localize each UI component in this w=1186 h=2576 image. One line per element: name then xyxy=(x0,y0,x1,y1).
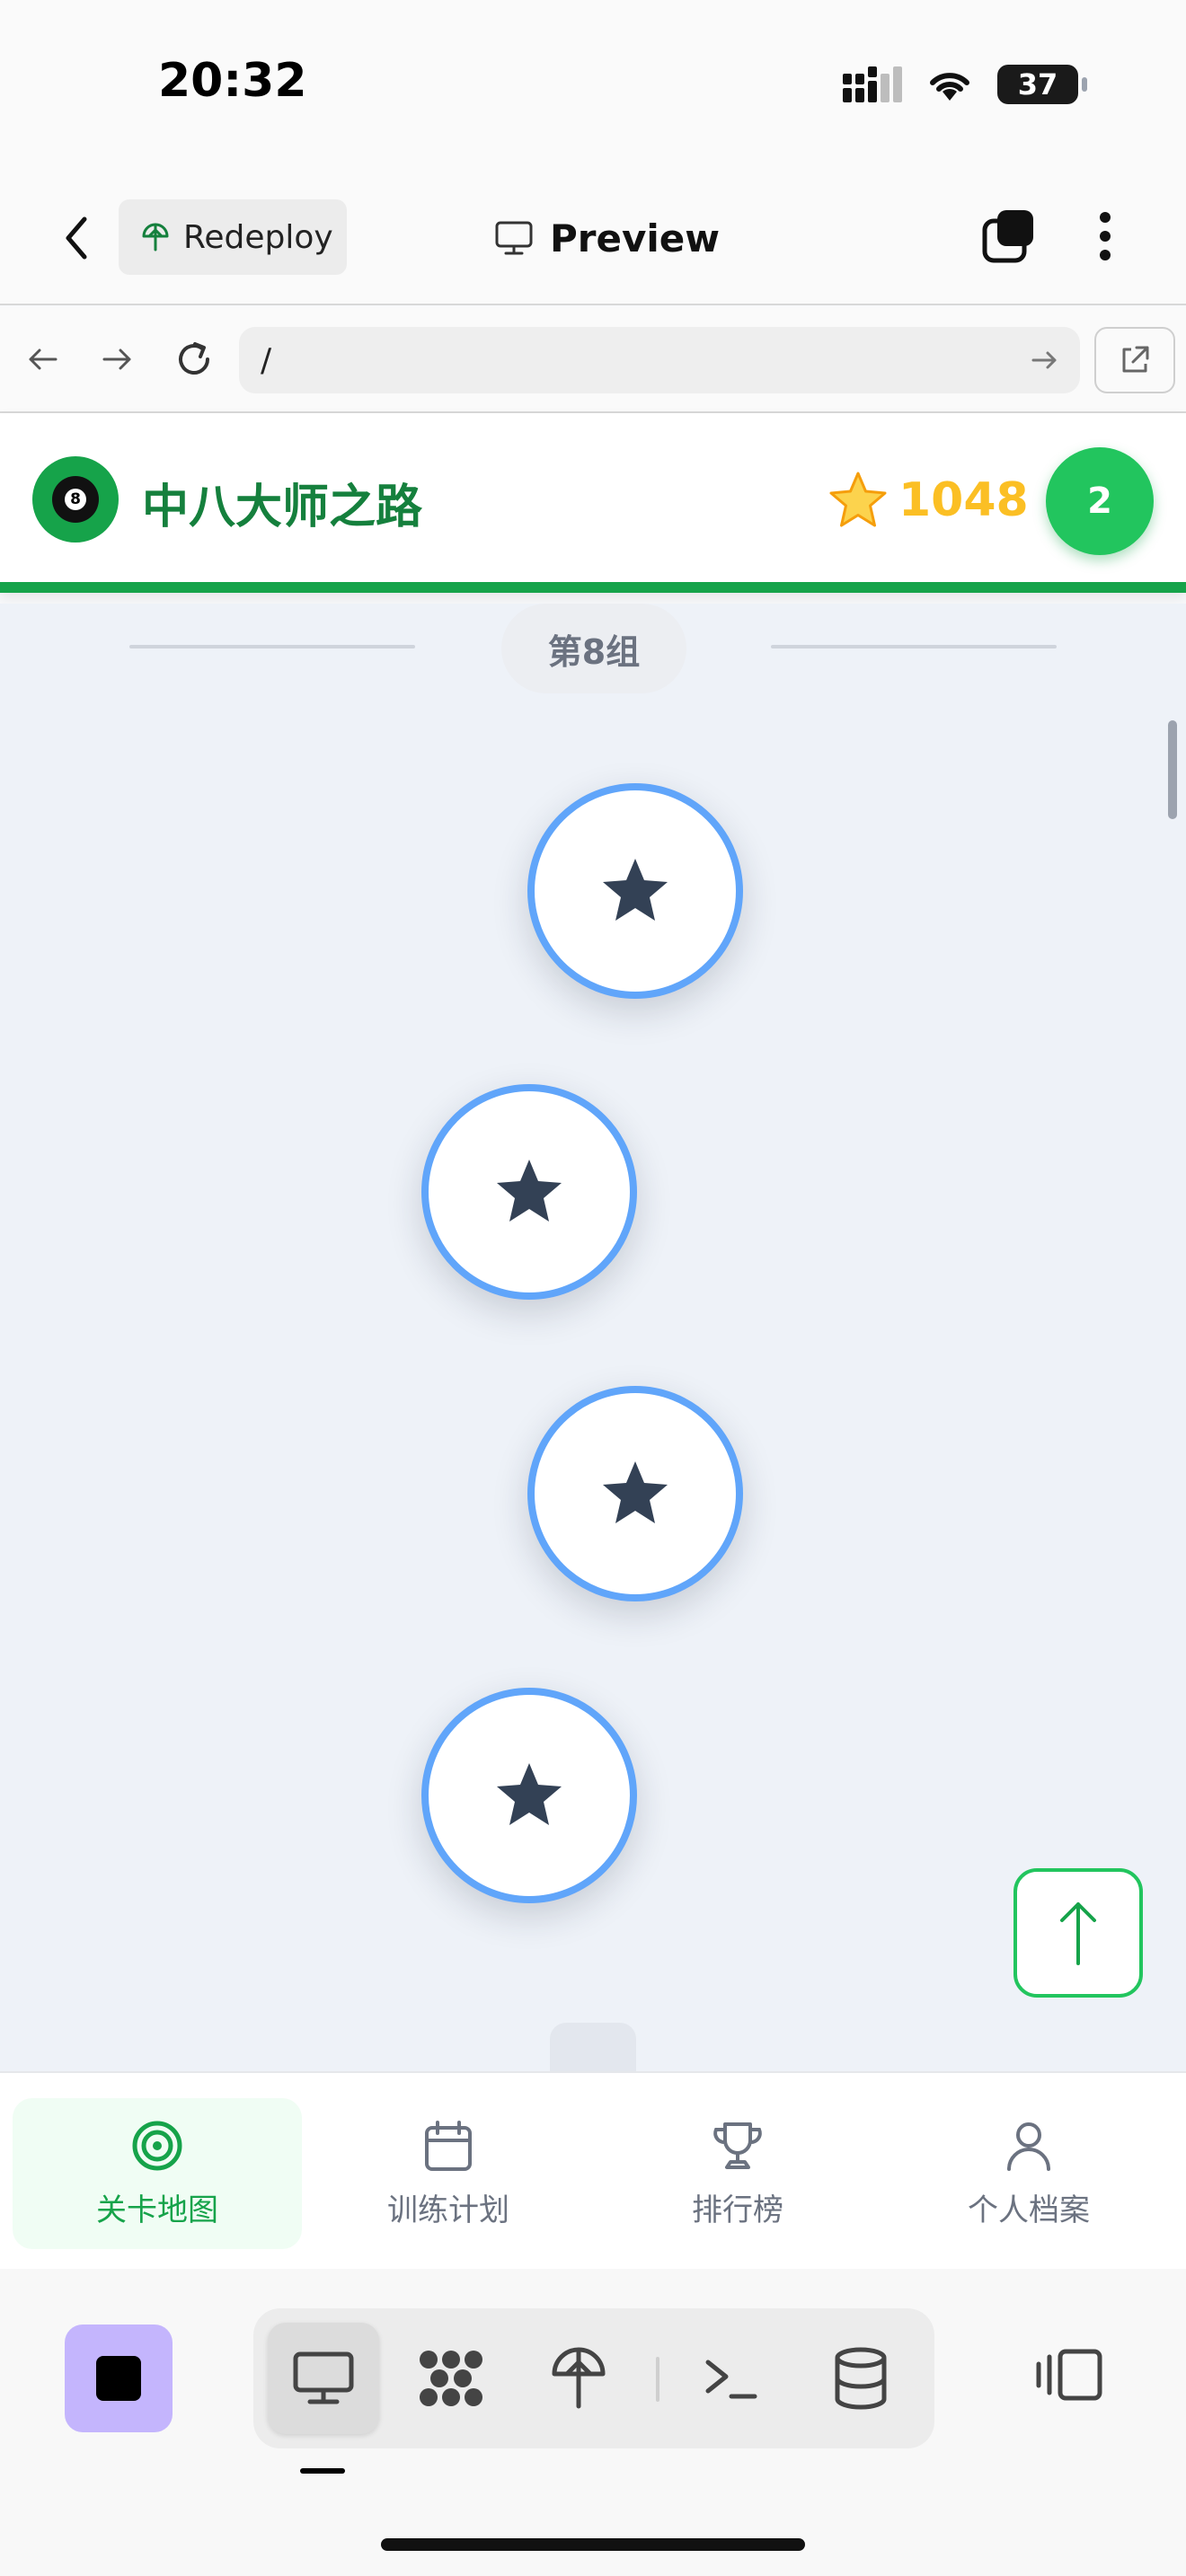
tab-label: 个人档案 xyxy=(968,2192,1090,2228)
tabs-icon xyxy=(982,210,1033,263)
toolbar-divider xyxy=(656,2357,659,2402)
panel-layout-icon xyxy=(1036,2349,1102,2401)
star-icon xyxy=(603,1461,668,1523)
trophy-icon xyxy=(713,2122,762,2169)
database-tool-button[interactable] xyxy=(805,2323,916,2434)
browser-forward-button[interactable] xyxy=(92,334,142,384)
wifi-icon xyxy=(930,73,969,101)
star-icon xyxy=(497,1160,562,1222)
scrollbar-thumb[interactable] xyxy=(1168,720,1177,819)
score-value: 1048 xyxy=(898,473,1029,527)
active-tool-indicator xyxy=(300,2468,345,2474)
eight-ball-logo: 8 xyxy=(32,456,119,543)
tab-training-plan[interactable]: 训练计划 xyxy=(304,2098,593,2249)
home-indicator xyxy=(381,2538,805,2551)
browser-bar: / xyxy=(0,307,1186,413)
tabs-button[interactable] xyxy=(981,208,1037,264)
arrow-left-icon xyxy=(29,348,58,370)
go-arrow-icon[interactable] xyxy=(1030,345,1060,375)
workflows-tool-button[interactable] xyxy=(395,2323,507,2434)
level-node[interactable] xyxy=(421,1688,637,1903)
level-node[interactable] xyxy=(421,1084,637,1300)
external-link-icon xyxy=(1122,346,1149,373)
shell-tool-button[interactable] xyxy=(676,2323,787,2434)
user-icon xyxy=(1007,2122,1050,2171)
monitor-icon xyxy=(293,2351,354,2404)
deploy-tool-button[interactable] xyxy=(523,2323,634,2434)
url-input[interactable]: / xyxy=(239,327,1080,393)
reload-icon xyxy=(179,342,209,375)
status-bar: 20:32 37 xyxy=(0,0,1186,171)
deploy-icon xyxy=(142,223,169,251)
level-map[interactable]: 第8组 xyxy=(0,604,1186,2073)
tab-label: 关卡地图 xyxy=(96,2192,218,2228)
redeploy-button[interactable]: Redeploy xyxy=(119,199,347,275)
preview-label: Preview xyxy=(550,216,721,260)
panel-toggle-button[interactable] xyxy=(1033,2339,1105,2411)
terminal-icon xyxy=(705,2360,757,2399)
tab-profile[interactable]: 个人档案 xyxy=(884,2098,1173,2249)
score-display: 1048 xyxy=(827,469,1029,532)
level-node[interactable] xyxy=(527,1386,743,1601)
star-icon xyxy=(497,1763,562,1825)
grid-dots-icon xyxy=(420,2351,482,2406)
level-node[interactable] xyxy=(527,783,743,999)
tab-label: 训练计划 xyxy=(387,2192,509,2228)
more-options-button[interactable] xyxy=(1087,208,1123,264)
monitor-icon xyxy=(495,221,533,255)
more-dot-icon xyxy=(1100,231,1111,242)
arrow-up-icon xyxy=(1060,1902,1096,1965)
level-badge[interactable]: 2 xyxy=(1046,447,1154,555)
back-button[interactable] xyxy=(54,207,99,269)
more-dot-icon xyxy=(1100,250,1111,260)
divider-line xyxy=(129,645,415,648)
status-clock: 20:32 xyxy=(158,54,307,108)
next-node-partial xyxy=(550,2023,636,2073)
game-header: 8 中八大师之路 1048 2 xyxy=(0,413,1186,593)
status-icons: 37 xyxy=(843,65,1087,104)
group-label: 第8组 xyxy=(501,604,686,693)
browser-back-button[interactable] xyxy=(18,334,68,384)
star-icon xyxy=(829,472,887,527)
eight-ball-icon: 8 xyxy=(52,476,99,523)
reload-button[interactable] xyxy=(169,334,219,384)
star-icon xyxy=(603,859,668,921)
more-dot-icon xyxy=(1100,212,1111,223)
tab-leaderboard[interactable]: 排行榜 xyxy=(593,2098,882,2249)
stop-icon xyxy=(96,2356,141,2401)
url-text: / xyxy=(261,341,272,379)
bottom-tab-bar: 关卡地图 训练计划 排行榜 个人档案 xyxy=(0,2071,1186,2269)
scroll-to-top-button[interactable] xyxy=(1013,1868,1143,1998)
arrow-right-icon xyxy=(102,348,131,370)
tab-level-map[interactable]: 关卡地图 xyxy=(13,2098,302,2249)
target-icon xyxy=(132,2121,182,2170)
ide-toolbar xyxy=(0,2269,1186,2576)
app-title: 中八大师之路 xyxy=(142,481,423,534)
tab-label: 排行榜 xyxy=(692,2192,783,2228)
preview-tool-button[interactable] xyxy=(268,2323,379,2434)
redeploy-label: Redeploy xyxy=(183,218,333,256)
app-bar: Redeploy Preview xyxy=(0,171,1186,305)
cellular-signal-icon xyxy=(843,66,902,102)
open-external-button[interactable] xyxy=(1094,327,1175,393)
preview-title: Preview xyxy=(494,207,720,269)
calendar-icon xyxy=(425,2120,472,2171)
deploy-icon xyxy=(552,2347,606,2409)
chevron-left-icon xyxy=(66,216,87,260)
divider-line xyxy=(771,645,1057,648)
stop-button[interactable] xyxy=(65,2325,173,2432)
database-icon xyxy=(835,2347,887,2410)
tool-group xyxy=(253,2308,934,2448)
battery-indicator: 37 xyxy=(997,65,1087,104)
